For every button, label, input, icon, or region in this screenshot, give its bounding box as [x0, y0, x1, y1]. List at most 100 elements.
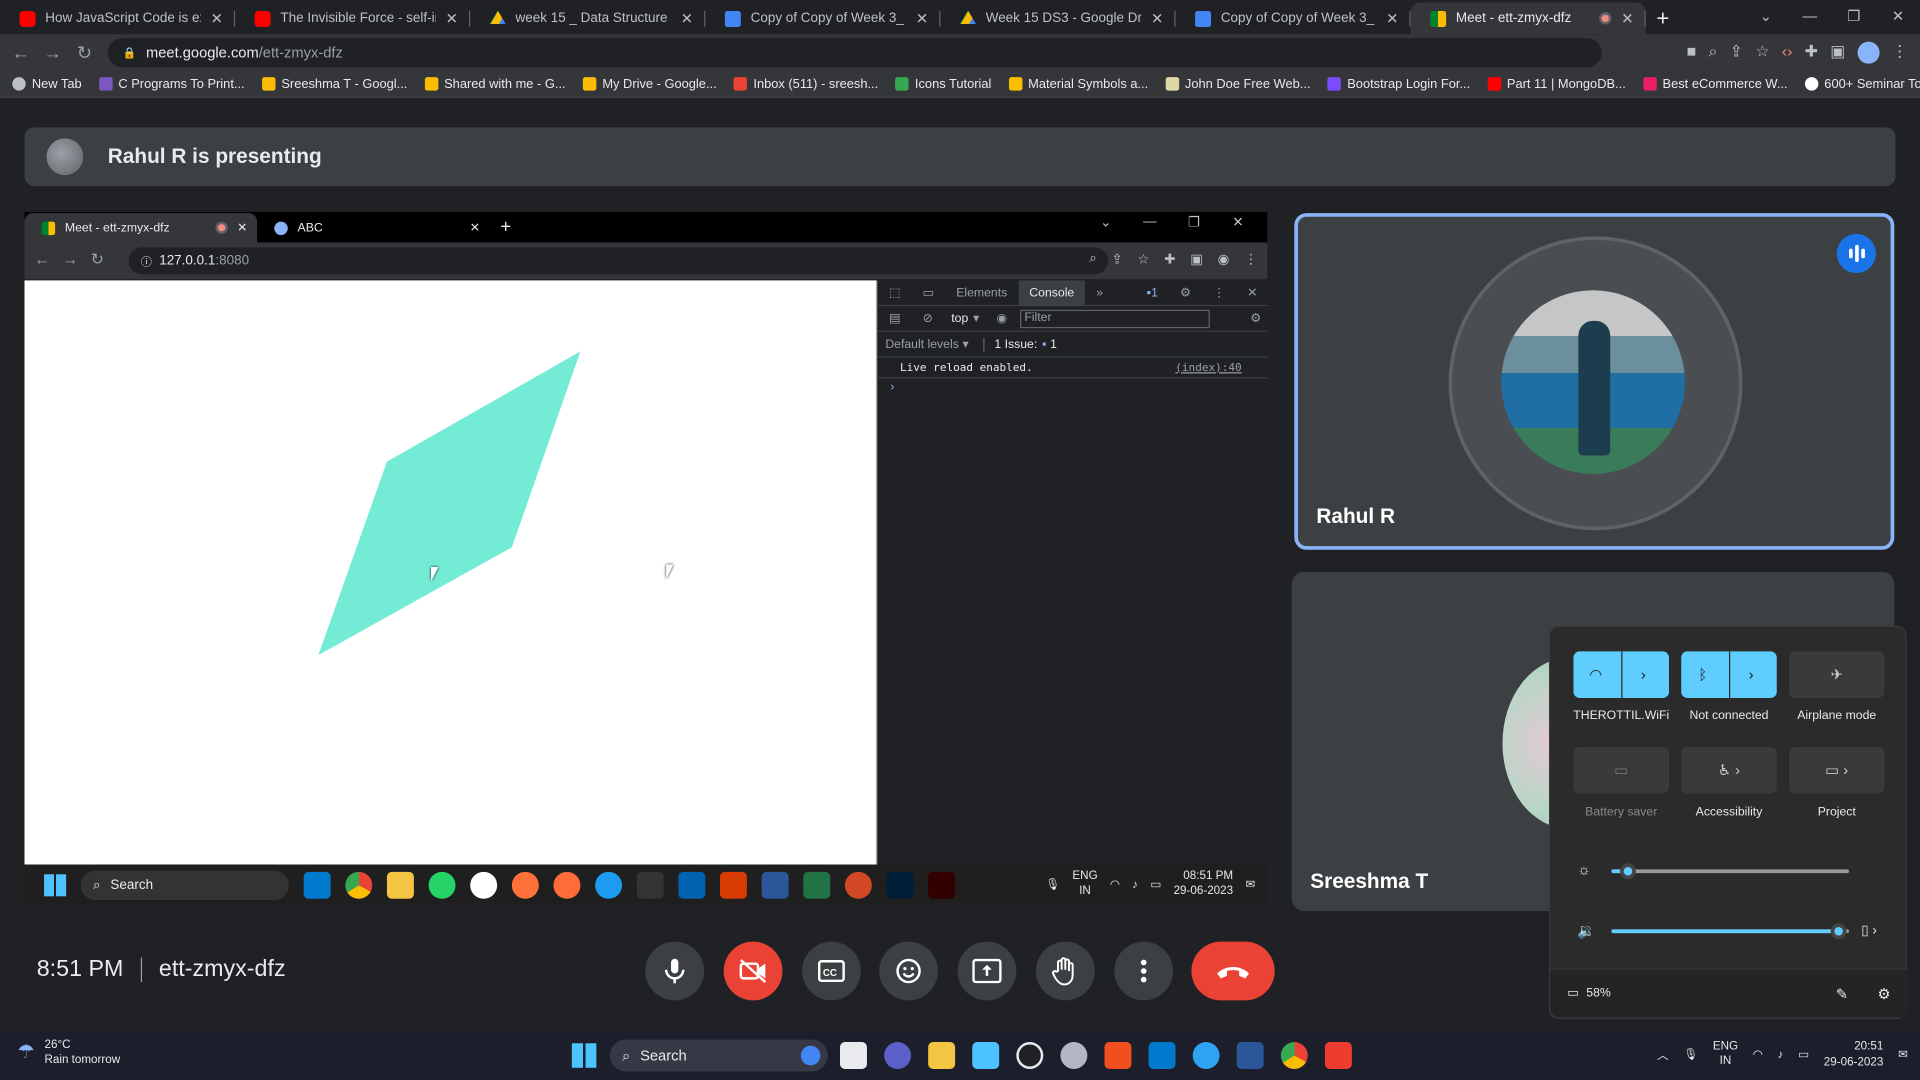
- shared-tab: ABC ✕: [257, 213, 490, 242]
- bookmark-item[interactable]: John Doe Free Web...: [1165, 77, 1310, 91]
- chevron-up-icon[interactable]: ︿: [1657, 1046, 1669, 1062]
- app-icon: [595, 871, 623, 899]
- volume-slider-thumb[interactable]: [1830, 923, 1847, 940]
- bookmark-item[interactable]: Best eCommerce W...: [1642, 77, 1788, 91]
- chrome-icon[interactable]: [1280, 1042, 1308, 1069]
- forward-icon[interactable]: →: [37, 42, 69, 63]
- airplane-toggle[interactable]: ✈: [1788, 651, 1885, 698]
- dell-icon[interactable]: [1016, 1042, 1044, 1069]
- browser-tab[interactable]: The Invisible Force - self-image✕: [235, 2, 471, 34]
- project-toggle[interactable]: ▭ ›: [1788, 746, 1885, 794]
- close-tab-icon[interactable]: ✕: [913, 10, 930, 27]
- brightness-slider-thumb[interactable]: [1619, 863, 1636, 880]
- camera-icon[interactable]: ■: [1687, 42, 1697, 64]
- side-panel-icon[interactable]: ▣: [1830, 42, 1845, 64]
- taskbar-clock[interactable]: 20:51 29-06-2023: [1824, 1038, 1884, 1070]
- app-icon[interactable]: [1060, 1042, 1088, 1069]
- profile-avatar[interactable]: [1857, 41, 1880, 64]
- bookmark-star-icon[interactable]: ☆: [1755, 42, 1769, 64]
- browser-tab-active[interactable]: Meet - ett-zmyx-dfz ✕: [1410, 2, 1646, 35]
- settings-icon[interactable]: ⚙: [1877, 985, 1890, 1002]
- firefox-icon: [511, 871, 539, 899]
- minimize-icon[interactable]: —: [1788, 0, 1832, 32]
- file-explorer-icon[interactable]: [928, 1042, 956, 1069]
- leave-call-button[interactable]: [1191, 941, 1275, 1001]
- browser-tab[interactable]: week 15 _ Data Structure - Goog✕: [470, 2, 706, 34]
- bookmark-item[interactable]: 600+ Seminar Topic...: [1804, 77, 1920, 91]
- mic-icon[interactable]: 🎙: [1683, 1048, 1698, 1061]
- chevron-right-icon[interactable]: ›: [1749, 666, 1754, 683]
- address-bar[interactable]: 🔒 meet.google.com/ett-zmyx-dfz: [107, 37, 1602, 68]
- anydesk-icon[interactable]: [1324, 1042, 1352, 1069]
- browser-tab[interactable]: Copy of Copy of Week 3_ Data S✕: [1176, 2, 1411, 34]
- bookmark-item[interactable]: Inbox (511) - sreesh...: [733, 77, 878, 91]
- captions-button[interactable]: CC: [802, 941, 861, 1001]
- bookmark-item[interactable]: Shared with me - G...: [424, 77, 566, 91]
- close-tab-icon[interactable]: ✕: [208, 10, 225, 27]
- teams-icon[interactable]: [884, 1042, 912, 1069]
- input-language[interactable]: ENG IN: [1713, 1040, 1738, 1069]
- close-window-icon[interactable]: ✕: [1876, 0, 1920, 32]
- battery-saver-toggle[interactable]: ▭: [1573, 746, 1669, 794]
- taskbar-search[interactable]: ⌕ Search: [609, 1039, 828, 1072]
- devtools-icon[interactable]: ‹›: [1782, 42, 1793, 64]
- accessibility-toggle[interactable]: ♿ ›: [1681, 746, 1777, 794]
- battery-icon[interactable]: ▭: [1798, 1048, 1809, 1061]
- battery-percent: 58%: [1586, 986, 1611, 1001]
- new-tab-button[interactable]: +: [1646, 2, 1680, 34]
- task-view-icon[interactable]: [840, 1042, 867, 1069]
- browser-toolbar: ← → ↻ 🔒 meet.google.com/ett-zmyx-dfz ■ ⌕…: [0, 34, 1920, 72]
- present-screen-icon: [972, 958, 1002, 984]
- microphone-button[interactable]: [645, 941, 705, 1001]
- bluetooth-toggle[interactable]: ᛒ ›: [1681, 651, 1777, 698]
- bookmark-item[interactable]: Sreeshma T - Googl...: [261, 77, 407, 91]
- wifi-icon: ◠: [1109, 877, 1121, 891]
- audio-output-icon[interactable]: ▯ ›: [1861, 922, 1877, 938]
- figma-icon[interactable]: [1104, 1042, 1132, 1069]
- edit-icon[interactable]: ✎: [1836, 985, 1848, 1002]
- bookmark-item[interactable]: My Drive - Google...: [582, 77, 717, 91]
- notification-icon[interactable]: ✉: [1898, 1048, 1908, 1061]
- menu-icon[interactable]: ⋮: [1892, 42, 1908, 64]
- close-tab-icon[interactable]: ✕: [1149, 10, 1166, 27]
- raise-hand-button[interactable]: [1035, 941, 1095, 1001]
- volume-slider[interactable]: [1611, 923, 1849, 940]
- reactions-button[interactable]: [879, 941, 938, 1001]
- browser-tab[interactable]: Week 15 DS3 - Google Drive✕: [940, 2, 1176, 34]
- bookmark-item[interactable]: Bootstrap Login For...: [1327, 77, 1470, 91]
- windows-start-icon[interactable]: [571, 1043, 597, 1068]
- extensions-icon[interactable]: ✚: [1805, 42, 1818, 64]
- bookmark-item[interactable]: C Programs To Print...: [98, 77, 245, 91]
- volume-icon[interactable]: ♪: [1778, 1048, 1784, 1061]
- word-icon[interactable]: [1236, 1042, 1264, 1069]
- camera-off-button[interactable]: [723, 941, 783, 1001]
- share-icon[interactable]: ⇪: [1730, 42, 1743, 64]
- maximize-icon[interactable]: ❐: [1832, 0, 1876, 32]
- bookmark-item[interactable]: Material Symbols a...: [1008, 77, 1148, 91]
- wifi-toggle[interactable]: ◠ ›: [1573, 651, 1669, 698]
- weather-widget[interactable]: ☂ 26°C Rain tomorrow: [17, 1038, 120, 1067]
- bookmark-item[interactable]: New Tab: [12, 77, 82, 91]
- bookmark-item[interactable]: Icons Tutorial: [895, 77, 991, 91]
- close-tab-icon[interactable]: ✕: [678, 10, 695, 27]
- zoom-icon[interactable]: ⌕: [1709, 42, 1718, 64]
- more-options-button[interactable]: [1114, 941, 1174, 1001]
- reload-icon[interactable]: ↻: [69, 42, 101, 64]
- participant-tile-active[interactable]: Rahul R: [1294, 213, 1895, 550]
- wifi-icon[interactable]: ◠: [1753, 1048, 1763, 1061]
- close-tab-icon[interactable]: ✕: [443, 10, 460, 27]
- back-icon[interactable]: ←: [5, 42, 37, 63]
- chevron-right-icon[interactable]: ›: [1641, 666, 1646, 683]
- browser-tab[interactable]: Copy of Copy of Week 3_ Data S✕: [705, 2, 941, 34]
- edge-icon[interactable]: [1192, 1042, 1220, 1069]
- vscode-icon[interactable]: [1148, 1042, 1176, 1069]
- tab-search-icon[interactable]: ⌄: [1744, 0, 1788, 32]
- window-controls: ⌄ — ❐ ✕: [1744, 0, 1920, 32]
- browser-tab[interactable]: How JavaScript Code is execute✕: [0, 2, 236, 34]
- brightness-slider[interactable]: [1611, 863, 1849, 880]
- close-tab-icon[interactable]: ✕: [1619, 10, 1636, 27]
- bookmark-item[interactable]: Part 11 | MongoDB...: [1487, 77, 1626, 91]
- present-button[interactable]: [957, 941, 1017, 1001]
- close-tab-icon[interactable]: ✕: [1384, 10, 1401, 27]
- store-icon[interactable]: [972, 1042, 1000, 1069]
